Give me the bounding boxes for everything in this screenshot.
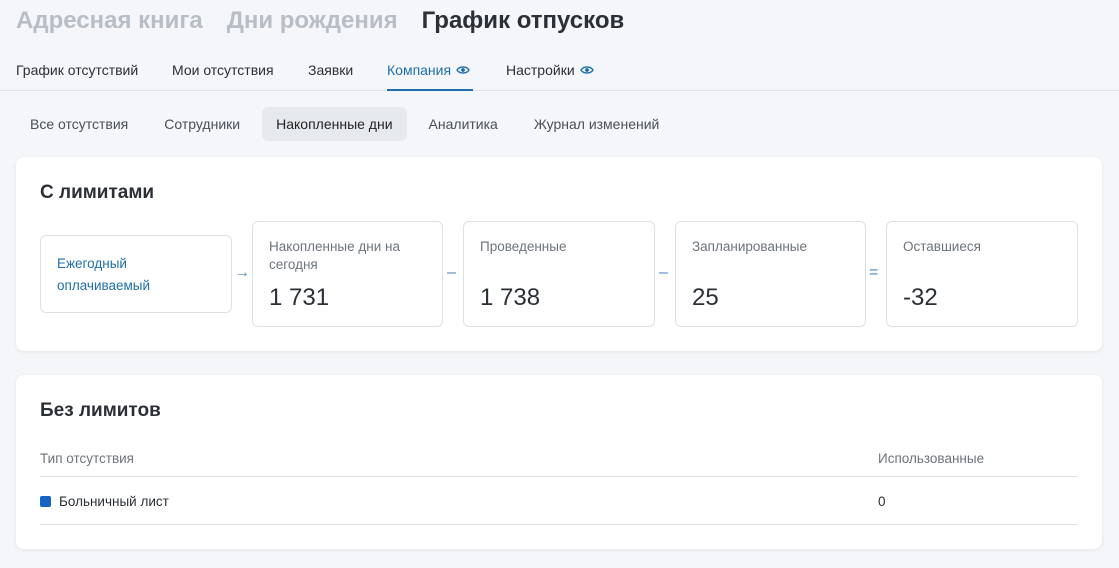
unlimited-title: Без лимитов <box>40 400 161 421</box>
nav-label: Настройки <box>506 62 575 78</box>
active-tab-underline <box>387 89 473 91</box>
remaining-value: -32 <box>903 284 938 311</box>
subtab-change-log[interactable]: Журнал изменений <box>520 107 674 141</box>
tab-vacation-schedule[interactable]: График отпусков <box>422 6 625 36</box>
subtab-all-absences[interactable]: Все отсутствия <box>16 107 142 141</box>
equals-sign: = <box>869 264 879 281</box>
nav-label: Мои отсутствия <box>172 62 274 78</box>
nav-absence-schedule[interactable]: График отсутствий <box>16 62 138 78</box>
minus-sign: – <box>447 264 456 281</box>
accrued-value: 1 731 <box>269 284 330 311</box>
column-absence-type: Тип отсутствия <box>40 451 134 466</box>
nav-label: Заявки <box>308 62 354 78</box>
subtab-accrued-days[interactable]: Накопленные дни <box>262 107 407 141</box>
planned-label: Запланированные <box>692 239 808 254</box>
eye-icon <box>456 66 470 74</box>
absence-type-line2: оплачиваемый <box>57 278 151 293</box>
table-row: Больничный лист 0 <box>40 477 1078 525</box>
column-used: Использованные <box>878 451 985 466</box>
spent-label: Проведенные <box>480 239 567 254</box>
absence-type-line1: Ежегодный <box>57 256 127 271</box>
accrued-label-line2: сегодня <box>269 257 318 272</box>
unlimited-card: Без лимитов Тип отсутствия Использованны… <box>16 375 1102 549</box>
table-header: Тип отсутствия Использованные <box>40 451 1078 477</box>
sub-tabs: Все отсутствия Сотрудники Накопленные дн… <box>16 107 681 141</box>
accrued-box: Накопленные дни на сегодня 1 731 <box>252 221 443 327</box>
accrued-label-line1: Накопленные дни на <box>269 239 400 254</box>
minus-sign: – <box>659 264 668 281</box>
remaining-box: Оставшиеся -32 <box>886 221 1078 327</box>
spent-value: 1 738 <box>480 284 541 311</box>
nav-my-absences[interactable]: Мои отсутствия <box>172 62 274 78</box>
planned-value: 25 <box>692 284 719 311</box>
subtab-employees[interactable]: Сотрудники <box>150 107 254 141</box>
tab-address-book[interactable]: Адресная книга <box>16 6 203 36</box>
arrow-icon: → <box>234 264 250 281</box>
nav-settings[interactable]: Настройки <box>506 62 594 78</box>
subtab-analytics[interactable]: Аналитика <box>415 107 512 141</box>
top-tabs: Адресная книга Дни рождения График отпус… <box>16 6 624 36</box>
absence-type-box: Ежегодный оплачиваемый <box>40 235 232 313</box>
absence-type-cell: Больничный лист <box>40 494 169 509</box>
eye-icon <box>579 66 594 74</box>
used-value: 0 <box>878 494 886 509</box>
limited-title: С лимитами <box>40 182 155 203</box>
absence-type-link[interactable]: Ежегодный оплачиваемый <box>57 253 150 297</box>
planned-box: Запланированные 25 <box>675 221 866 327</box>
spent-box: Проведенные 1 738 <box>463 221 655 327</box>
tab-birthdays[interactable]: Дни рождения <box>227 6 398 36</box>
nav-label: Компания <box>387 62 452 78</box>
color-swatch <box>40 496 51 507</box>
nav-requests[interactable]: Заявки <box>308 62 353 78</box>
remaining-label: Оставшиеся <box>903 239 981 254</box>
main-nav: График отсутствий Мои отсутствия Заявки … <box>0 56 1119 91</box>
nav-company[interactable]: Компания <box>387 62 470 78</box>
nav-label: График отсутствий <box>16 62 139 78</box>
absence-type-name: Больничный лист <box>59 494 169 509</box>
limited-card: С лимитами Ежегодный оплачиваемый → Нако… <box>16 157 1102 351</box>
page: Адресная книга Дни рождения График отпус… <box>0 0 1119 568</box>
accrued-label: Накопленные дни на сегодня <box>269 238 400 274</box>
